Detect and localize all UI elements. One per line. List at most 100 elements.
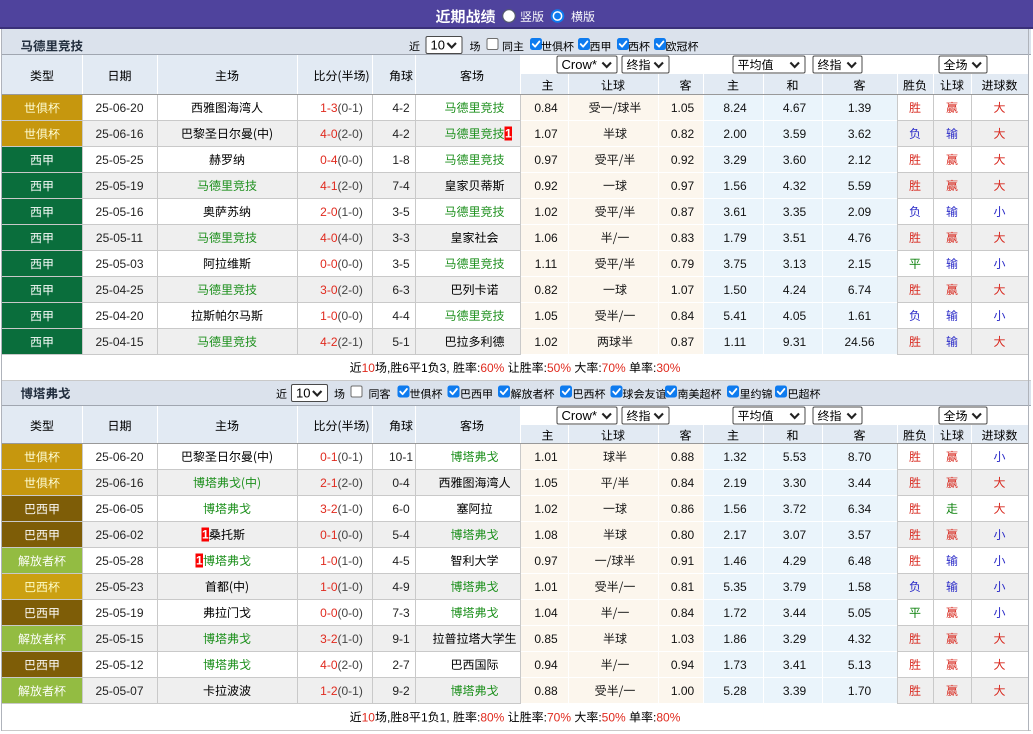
svg-text:30%: 30% (656, 361, 680, 375)
svg-text:2.17: 2.17 (723, 528, 747, 542)
svg-text:0-0: 0-0 (320, 257, 338, 271)
svg-text:7-3: 7-3 (392, 606, 410, 620)
svg-text:0.87: 0.87 (671, 205, 695, 219)
svg-text:25-04-15: 25-04-15 (95, 335, 143, 349)
svg-text:0-1: 0-1 (320, 450, 338, 464)
svg-text:Crow*: Crow* (562, 57, 597, 72)
svg-text:5.05: 5.05 (848, 606, 872, 620)
svg-text:4-2: 4-2 (392, 101, 410, 115)
svg-text:3.60: 3.60 (783, 153, 807, 167)
svg-text:25-05-03: 25-05-03 (95, 257, 143, 271)
svg-text:1.05: 1.05 (534, 309, 558, 323)
svg-text:1.73: 1.73 (723, 658, 747, 672)
svg-text:0.97: 0.97 (671, 179, 695, 193)
svg-text:3-2: 3-2 (320, 502, 338, 516)
svg-text:3.44: 3.44 (848, 476, 872, 490)
svg-text:1: 1 (196, 554, 203, 568)
svg-text:(2-0): (2-0) (338, 476, 363, 490)
svg-text:0.85: 0.85 (534, 632, 558, 646)
svg-text:0.84: 0.84 (534, 101, 558, 115)
svg-text:25-05-25: 25-05-25 (95, 153, 143, 167)
svg-text:1.01: 1.01 (534, 450, 558, 464)
svg-text:4.32: 4.32 (848, 632, 872, 646)
svg-text:25-05-23: 25-05-23 (95, 580, 143, 594)
svg-text:6-0: 6-0 (392, 502, 410, 516)
svg-text:4.32: 4.32 (783, 179, 807, 193)
svg-text:2.09: 2.09 (848, 205, 872, 219)
svg-text:3.41: 3.41 (783, 658, 807, 672)
svg-text:1-8: 1-8 (392, 153, 410, 167)
svg-text:(1-0): (1-0) (338, 502, 363, 516)
svg-text:0-4: 0-4 (320, 153, 338, 167)
svg-text:1.05: 1.05 (671, 101, 695, 115)
svg-text:10: 10 (362, 361, 376, 375)
svg-text:4-5: 4-5 (392, 554, 410, 568)
svg-text:0.81: 0.81 (671, 580, 695, 594)
svg-text:25-05-16: 25-05-16 (95, 205, 143, 219)
svg-text:4-2: 4-2 (320, 335, 338, 349)
svg-text:25-06-02: 25-06-02 (95, 528, 143, 542)
svg-text:1-0: 1-0 (320, 309, 338, 323)
svg-text:0.92: 0.92 (534, 179, 558, 193)
svg-text:25-05-19: 25-05-19 (95, 179, 143, 193)
svg-text:1.56: 1.56 (723, 502, 747, 516)
svg-text:(4-0): (4-0) (338, 231, 363, 245)
svg-text:3.75: 3.75 (723, 257, 747, 271)
svg-text:(0-0): (0-0) (338, 528, 363, 542)
svg-text:10-1: 10-1 (389, 450, 413, 464)
svg-text:3.30: 3.30 (783, 476, 807, 490)
svg-text:10: 10 (296, 386, 310, 401)
svg-text:0.87: 0.87 (671, 335, 695, 349)
svg-text:50%: 50% (547, 361, 571, 375)
svg-text:1.02: 1.02 (534, 335, 558, 349)
svg-text:2.12: 2.12 (848, 153, 872, 167)
svg-text:3.57: 3.57 (848, 528, 872, 542)
svg-text:3.79: 3.79 (783, 580, 807, 594)
svg-text:5.59: 5.59 (848, 179, 872, 193)
svg-text:9.31: 9.31 (783, 335, 807, 349)
svg-text:3.51: 3.51 (783, 231, 807, 245)
svg-text:1.39: 1.39 (848, 101, 872, 115)
svg-text:(2-0): (2-0) (338, 283, 363, 297)
svg-text:0.82: 0.82 (671, 127, 695, 141)
svg-text:(0-1): (0-1) (338, 450, 363, 464)
svg-text:1.32: 1.32 (723, 450, 747, 464)
svg-text:6: 6 (402, 361, 409, 375)
svg-text:1.56: 1.56 (723, 179, 747, 193)
svg-text:,: , (387, 361, 390, 375)
svg-text:1.04: 1.04 (534, 606, 558, 620)
svg-text:5.28: 5.28 (723, 684, 747, 698)
svg-text:0.97: 0.97 (534, 554, 558, 568)
svg-text:0-0: 0-0 (320, 606, 338, 620)
svg-text:3.59: 3.59 (783, 127, 807, 141)
svg-text:1.00: 1.00 (671, 684, 695, 698)
svg-text:(2-0): (2-0) (338, 127, 363, 141)
svg-text:0.94: 0.94 (671, 658, 695, 672)
svg-text:25-04-25: 25-04-25 (95, 283, 143, 297)
svg-text:0.91: 0.91 (671, 554, 695, 568)
svg-text:1.72: 1.72 (723, 606, 747, 620)
svg-text:8.24: 8.24 (723, 101, 747, 115)
svg-text:1.11: 1.11 (535, 257, 558, 271)
svg-text:0-1: 0-1 (320, 528, 338, 542)
svg-text:(1-0): (1-0) (338, 580, 363, 594)
svg-text:(0-0): (0-0) (338, 257, 363, 271)
svg-text:(0-0): (0-0) (338, 153, 363, 167)
svg-text:1.02: 1.02 (534, 502, 558, 516)
svg-text:25-06-16: 25-06-16 (95, 476, 143, 490)
svg-text:4-4: 4-4 (392, 309, 410, 323)
svg-text:0.86: 0.86 (671, 502, 695, 516)
svg-text:3,: 3, (440, 361, 450, 375)
svg-text:1: 1 (421, 361, 428, 375)
svg-text:0.84: 0.84 (671, 606, 695, 620)
svg-text:2-1: 2-1 (320, 476, 338, 490)
svg-text:50%: 50% (602, 710, 626, 724)
svg-text:25-04-20: 25-04-20 (95, 309, 143, 323)
svg-text:(1-0): (1-0) (338, 205, 363, 219)
svg-text:6.48: 6.48 (848, 554, 872, 568)
svg-text:3.61: 3.61 (723, 205, 747, 219)
svg-text:1.08: 1.08 (534, 528, 558, 542)
svg-text:3.39: 3.39 (783, 684, 807, 698)
svg-text:,: , (387, 710, 390, 724)
svg-text:25-05-07: 25-05-07 (95, 684, 143, 698)
